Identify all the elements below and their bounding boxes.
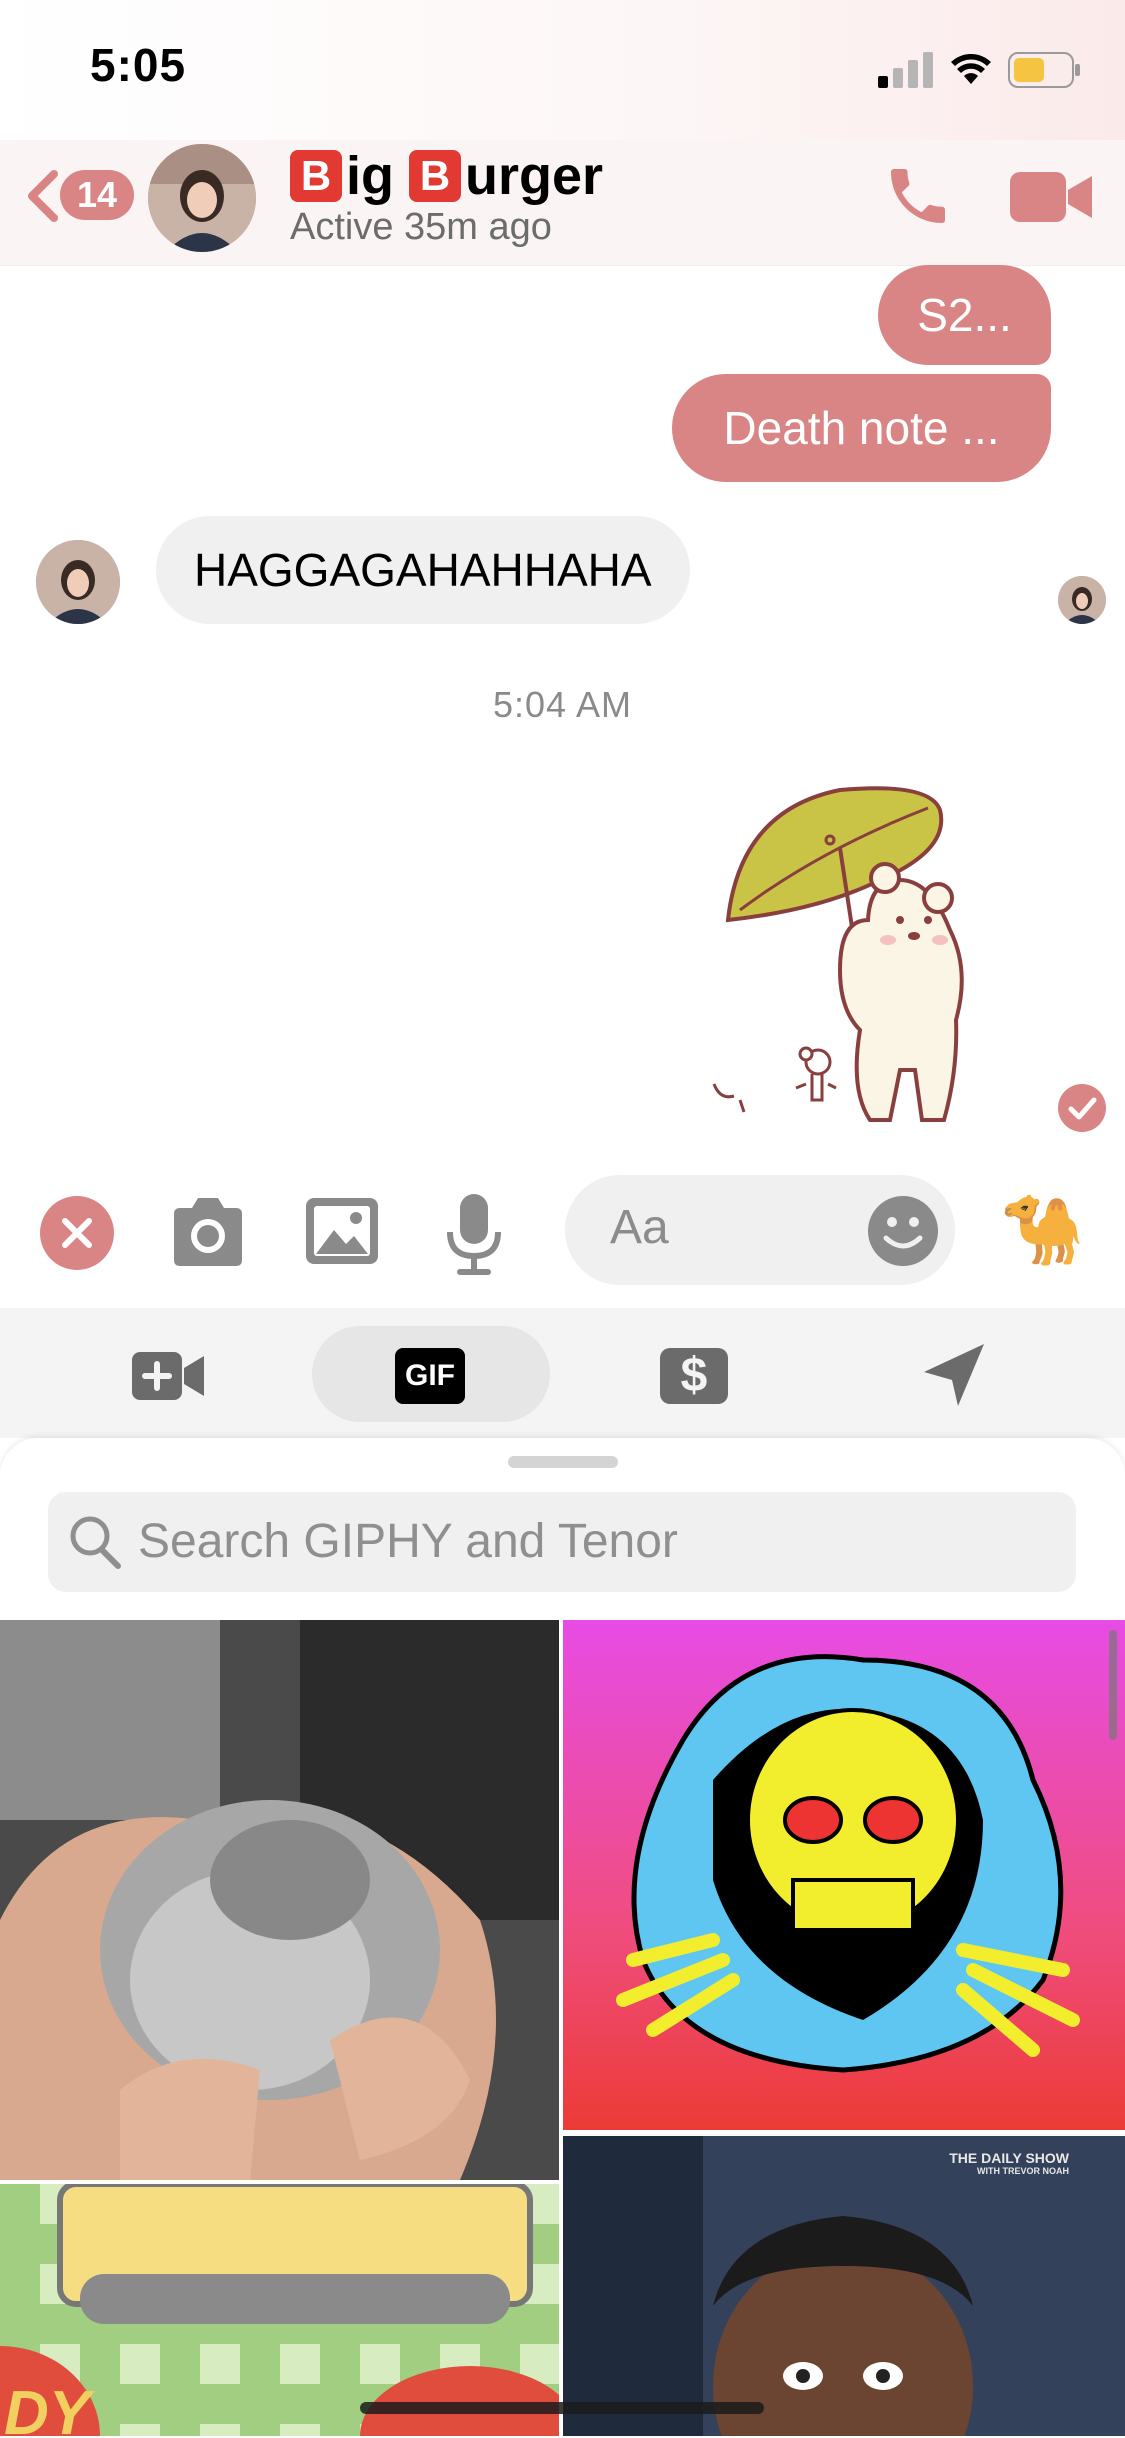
- title-text-2: urger: [465, 146, 604, 206]
- close-icon: [62, 1218, 92, 1248]
- video-call-button[interactable]: [1008, 168, 1094, 226]
- daily-show-gif-image: [563, 2136, 1125, 2436]
- person-photo-icon: [36, 540, 120, 624]
- sender-avatar[interactable]: [36, 540, 120, 624]
- close-composer-button[interactable]: [40, 1196, 114, 1270]
- outgoing-message-2[interactable]: Death note ...: [672, 374, 1051, 482]
- status-time: 5:05: [90, 39, 187, 91]
- gif-search-placeholder: Search GIPHY and Tenor: [138, 1515, 678, 1568]
- message-input-placeholder: Aa: [610, 1201, 669, 1254]
- hamster-gif-image: [0, 1620, 559, 2180]
- watermark-caption: THE DAILY SHOW WITH TREVOR NOAH: [949, 2150, 1069, 2176]
- microphone-button[interactable]: [444, 1192, 504, 1276]
- gif-result-skull[interactable]: [563, 1620, 1125, 2130]
- payments-tab[interactable]: $: [660, 1348, 728, 1404]
- search-icon: [70, 1516, 121, 1569]
- back-button[interactable]: 14: [22, 160, 134, 230]
- read-receipt-avatar: [1058, 576, 1106, 624]
- video-chat-tab[interactable]: [130, 1350, 206, 1402]
- gallery-button[interactable]: [304, 1196, 380, 1266]
- chevron-left-icon: [28, 170, 58, 222]
- outgoing-message-1-text: S2...: [917, 289, 1012, 341]
- toaster-gif-text: DY: [4, 2379, 91, 2436]
- contact-avatar[interactable]: [148, 144, 256, 252]
- wifi-icon: [951, 54, 991, 84]
- title-emoji-b-2: B: [409, 150, 461, 202]
- quick-reaction-button[interactable]: 🐪: [1000, 1190, 1085, 1270]
- gif-result-hamster[interactable]: [0, 1620, 559, 2180]
- title-text-1: ig: [346, 146, 409, 206]
- unread-badge: 14: [60, 170, 134, 220]
- incoming-message-1[interactable]: HAGGAGAHAHHAHA: [156, 516, 690, 624]
- sheet-grabber[interactable]: [508, 1456, 618, 1468]
- gif-result-toaster[interactable]: DY: [0, 2184, 559, 2436]
- conversation-title[interactable]: B ig B urger: [290, 145, 603, 207]
- cellular-signal-icon: [878, 52, 933, 88]
- outgoing-message-2-text: Death note ...: [723, 402, 1000, 454]
- outgoing-message-1[interactable]: S2...: [878, 265, 1051, 365]
- emoji-picker-button[interactable]: [866, 1194, 940, 1268]
- incoming-message-1-text: HAGGAGAHAHHAHA: [194, 544, 652, 596]
- active-status: Active 35m ago: [290, 206, 552, 248]
- message-timestamp: 5:04 AM: [492, 684, 633, 725]
- location-send-tab[interactable]: [922, 1342, 986, 1408]
- camera-button[interactable]: [168, 1196, 248, 1268]
- person-photo-icon: [1058, 576, 1106, 624]
- phone-call-button[interactable]: [882, 160, 954, 232]
- scrollbar[interactable]: [1109, 1630, 1117, 1740]
- person-photo-icon: [148, 144, 256, 252]
- battery-icon: [1008, 52, 1080, 88]
- gif-result-daily-show[interactable]: THE DAILY SHOW WITH TREVOR NOAH: [563, 2136, 1125, 2436]
- title-emoji-b-1: B: [290, 150, 342, 202]
- gif-icon: GIF: [395, 1348, 465, 1404]
- bear-umbrella-sticker[interactable]: [700, 770, 1040, 1140]
- skull-gif-image: [616, 1654, 1080, 2073]
- home-indicator[interactable]: [360, 2402, 764, 2414]
- delivered-check-icon: [1058, 1084, 1106, 1132]
